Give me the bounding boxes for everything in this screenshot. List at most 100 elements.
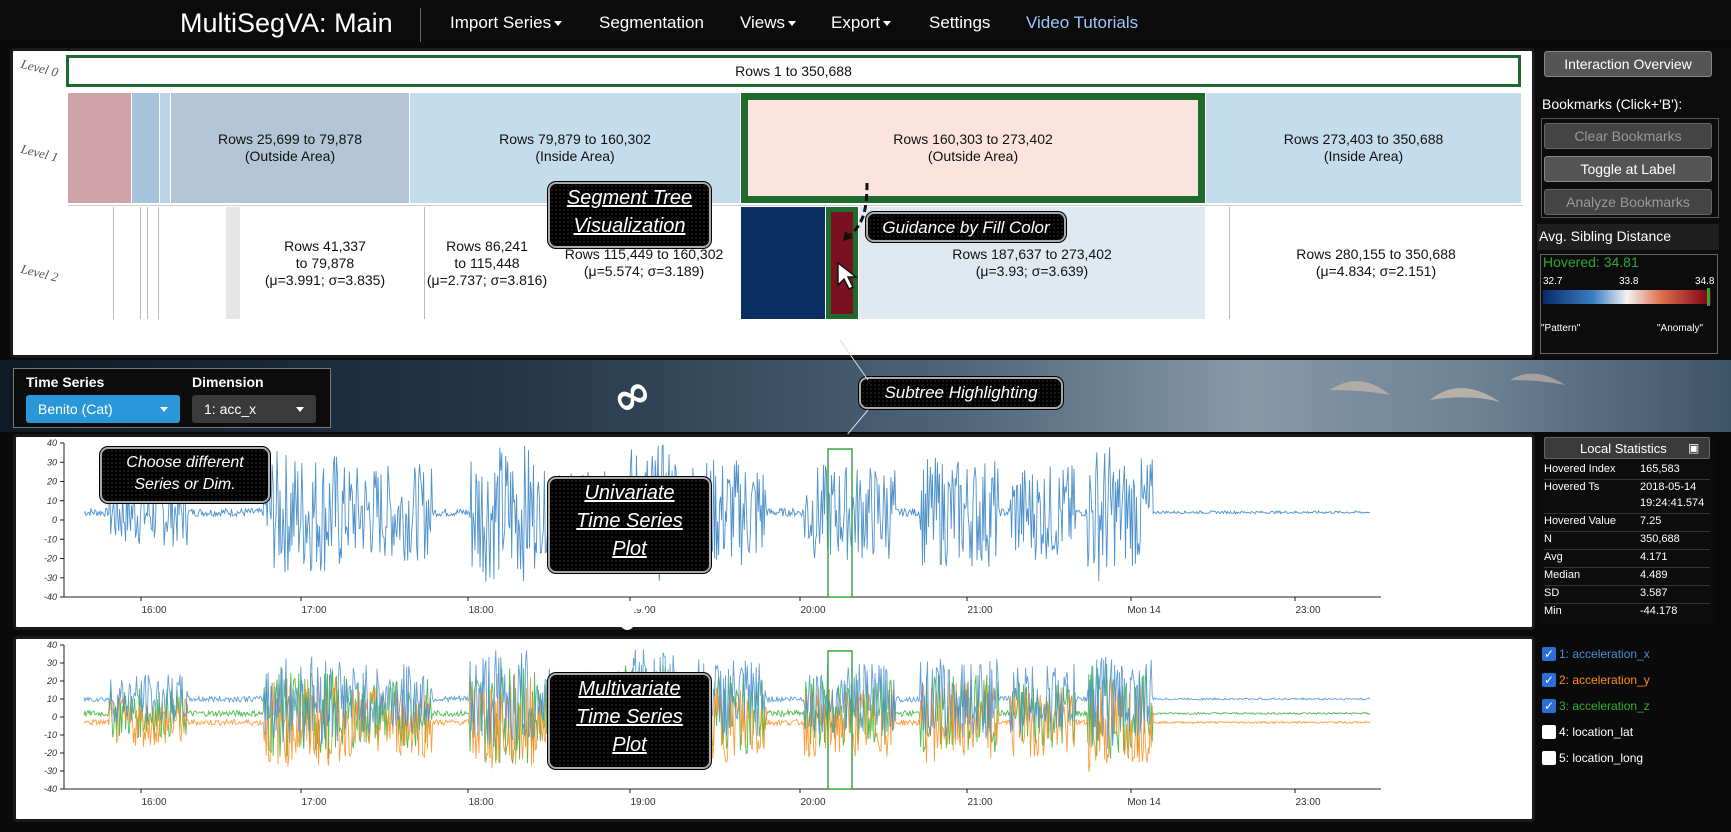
checkbox-empty-icon[interactable] <box>1542 751 1556 765</box>
segment-label: Rows 187,637 to 273,402 <box>952 246 1112 262</box>
stats-value: -44.178 <box>1640 605 1678 617</box>
app-title: MultiSegVA: Main <box>180 8 393 38</box>
x-tick-label: 17:00 <box>301 605 326 616</box>
stats-value: 350,688 <box>1640 533 1680 545</box>
checkbox-checked-icon[interactable]: ✓ <box>1542 673 1556 687</box>
y-tick-label: -40 <box>44 592 57 602</box>
callout-line: Plot <box>612 538 647 560</box>
y-tick-label: -30 <box>44 573 57 583</box>
stats-value: 4.171 <box>1640 551 1668 563</box>
dimension-checkbox-2[interactable]: ✓ 2: acceleration_y <box>1542 669 1731 691</box>
segment-label: to 115,448 <box>454 254 520 271</box>
level-2-segment-pattern[interactable] <box>741 207 825 319</box>
x-tick-label: 20:00 <box>800 605 825 616</box>
level-2-segment[interactable] <box>147 207 159 319</box>
series-line <box>83 649 1371 750</box>
menu-import-series[interactable]: Import Series <box>450 13 563 33</box>
clear-bookmarks-button[interactable]: Clear Bookmarks <box>1544 123 1712 149</box>
menu-label: Settings <box>929 13 991 32</box>
segment-area: (Outside Area) <box>244 148 336 164</box>
level-2-segment[interactable]: Rows 86,241 to 115,448 (μ=2.737; σ=3.816) <box>426 207 548 319</box>
callout-guidance: Guidance by Fill Color <box>866 212 1066 242</box>
x-tick-label: 19:00 <box>630 797 655 808</box>
dimension-checkbox-1[interactable]: ✓ 1: acceleration_x <box>1542 643 1731 665</box>
checkbox-empty-icon[interactable] <box>1542 725 1556 739</box>
segment-label: Rows 273,403 to 350,688 <box>1283 131 1444 147</box>
menu-export[interactable]: Export <box>831 13 892 33</box>
local-statistics-panel: Local Statistics ▣ Hovered Index 165,583 … <box>1540 436 1714 624</box>
sibling-distance-title: Avg. Sibling Distance <box>1539 228 1672 244</box>
callout-line: Choose different <box>126 454 244 471</box>
top-navbar: MultiSegVA: Main Import Series Segmentat… <box>0 0 1731 46</box>
y-tick-label: 0 <box>52 515 57 525</box>
caret-down-icon <box>554 21 563 27</box>
stats-row: N 350,688 <box>1544 533 1710 550</box>
checkbox-checked-icon[interactable]: ✓ <box>1542 699 1556 713</box>
level-1-segment[interactable] <box>132 93 159 203</box>
menu-segmentation[interactable]: Segmentation <box>599 13 704 33</box>
stats-key: Median <box>1544 569 1581 581</box>
multivariate-plot-panel: 40 30 20 10 0 -10 -20 -30 -40 16:00 17:00 18:00 19:0… <box>13 636 1535 822</box>
y-tick-label: 20 <box>46 477 57 487</box>
level-2-segment[interactable] <box>113 207 141 319</box>
callout-subtree-highlighting: Subtree Highlighting <box>859 377 1063 409</box>
stats-key: Hovered Value <box>1544 515 1616 527</box>
time-series-dropdown[interactable]: Benito (Cat) <box>26 395 180 423</box>
series-line <box>83 444 1371 582</box>
dimension-checkbox-5[interactable]: 5: location_long <box>1542 747 1731 769</box>
segment-stats: (μ=2.737; σ=3.816) <box>426 271 548 288</box>
multivariate-chart[interactable]: 40 30 20 10 0 -10 -20 -30 -40 16:00 17:00 18:00 19:0… <box>16 639 1532 819</box>
stats-key: Min <box>1544 605 1562 617</box>
info-icon: ▣ <box>1688 441 1700 455</box>
segment-label: Rows 25,699 to 79,878 <box>218 131 362 147</box>
segment-label: Rows 79,879 to 160,302 <box>499 131 651 147</box>
analyze-bookmarks-button[interactable]: Analyze Bookmarks <box>1544 189 1712 215</box>
level-2-segment[interactable]: Rows 41,337 to 79,878 (μ=3.991; σ=3.835) <box>241 207 409 319</box>
x-tick-label: 23:00 <box>1295 797 1320 808</box>
menu-views[interactable]: Views <box>740 13 797 33</box>
toggle-at-label-button[interactable]: Toggle at Label <box>1544 156 1712 182</box>
level-2-segment[interactable] <box>226 207 240 319</box>
color-scale-bar <box>1543 290 1711 304</box>
dimension-checkbox-3[interactable]: ✓ 3: acceleration_z <box>1542 695 1731 717</box>
level-0-segment[interactable]: Rows 1 to 350,688 <box>66 55 1521 87</box>
stats-row: Min -44.178 <box>1544 605 1710 622</box>
level-1-segment[interactable] <box>68 93 131 203</box>
stats-value: 19:24:41.574 <box>1640 497 1705 509</box>
scale-tick-mid: 33.8 <box>1619 276 1639 287</box>
callout-line: Plot <box>612 734 647 756</box>
dimension-dropdown[interactable]: 1: acc_x <box>192 395 316 423</box>
level-1-segment[interactable]: Rows 273,403 to 350,688 (Inside Area) <box>1206 93 1521 203</box>
scale-tick-max: 34.8 <box>1695 276 1715 287</box>
y-tick-label: 10 <box>47 694 57 704</box>
segment-area: (Inside Area) <box>535 148 615 164</box>
level-2-segment[interactable]: Rows 280,155 to 350,688 (μ=4.834; σ=2.151… <box>1231 207 1521 319</box>
y-tick-label: -20 <box>44 554 57 564</box>
scale-marker <box>1707 288 1710 306</box>
stats-row: Avg 4.171 <box>1544 551 1710 568</box>
level-1-segment[interactable]: Rows 25,699 to 79,878 (Outside Area) <box>171 93 409 203</box>
right-sidebar: Interaction Overview Bookmarks (Click+'B… <box>1537 48 1731 358</box>
level-1-segment[interactable] <box>160 93 170 203</box>
menu-settings[interactable]: Settings <box>929 13 990 33</box>
interaction-overview-button[interactable]: Interaction Overview <box>1544 51 1712 77</box>
y-tick-label: 20 <box>46 676 57 686</box>
stats-key: SD <box>1544 587 1560 599</box>
level-2-segment[interactable] <box>411 207 425 319</box>
checkbox-checked-icon[interactable]: ✓ <box>1542 647 1556 661</box>
dimension-label: 5: location_long <box>1559 751 1644 765</box>
level-2-segment[interactable] <box>1206 207 1230 319</box>
segment-area: (Outside Area) <box>927 148 1019 164</box>
birds-decoration <box>1330 373 1565 402</box>
segment-label: Rows 280,155 to 350,688 <box>1296 246 1456 262</box>
menu-video-tutorials[interactable]: Video Tutorials <box>1026 13 1138 33</box>
level-1-segment-highlighted[interactable]: Rows 160,303 to 273,402 (Outside Area) <box>741 93 1205 203</box>
stats-value: 4.489 <box>1640 569 1668 581</box>
segment-label: Rows 1 to 350,688 <box>735 62 852 79</box>
x-tick-label: 18:00 <box>468 605 493 616</box>
anomaly-label: "Anomaly" <box>1657 323 1704 334</box>
dimension-label: 1: acceleration_x <box>1559 647 1650 661</box>
dimension-checkbox-4[interactable]: 4: location_lat <box>1542 721 1731 743</box>
stats-row: Hovered Ts 2018-05-14 <box>1544 481 1710 497</box>
y-tick-label: 10 <box>47 496 57 506</box>
